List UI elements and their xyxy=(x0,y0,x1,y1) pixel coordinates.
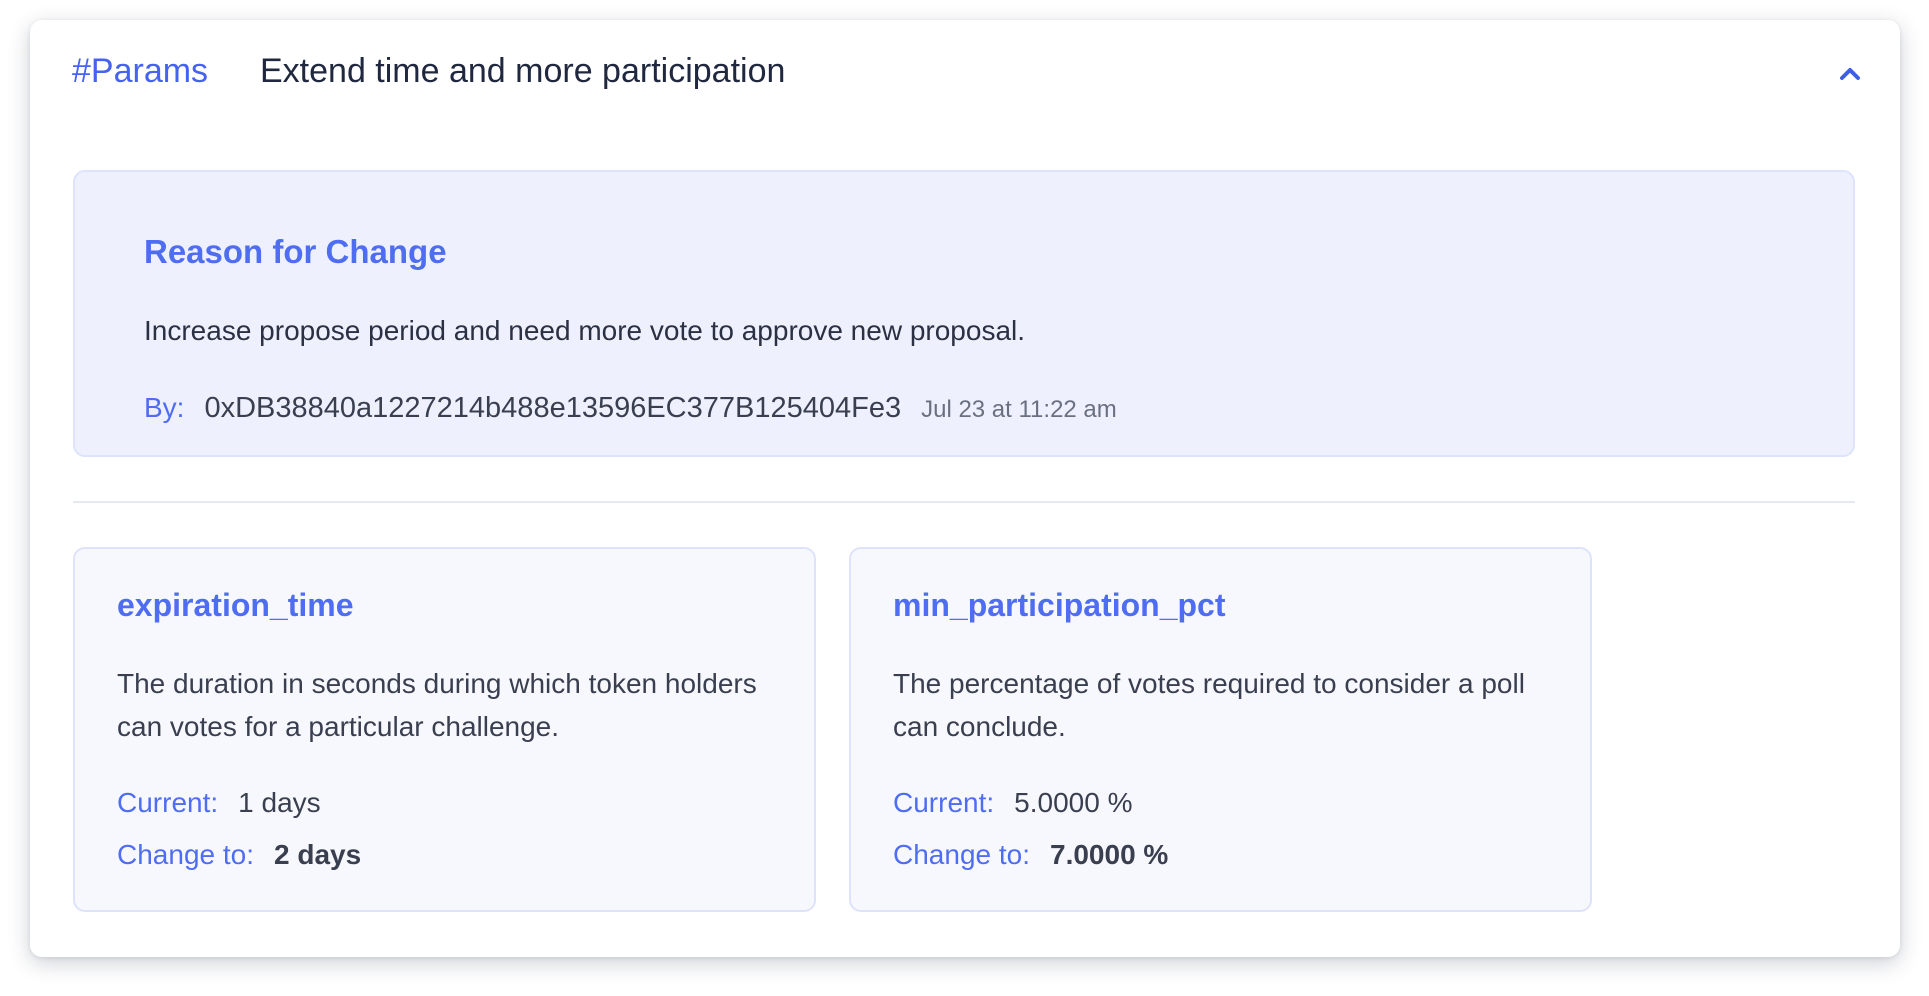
current-value: 5.0000 % xyxy=(1014,787,1133,818)
param-name: min_participation_pct xyxy=(893,587,1226,623)
change-value-row: Change to: 7.0000 % xyxy=(893,839,1168,871)
current-value-row: Current: 5.0000 % xyxy=(893,787,1132,819)
reason-panel: Reason for Change Increase propose perio… xyxy=(73,170,1855,457)
change-value-row: Change to: 2 days xyxy=(117,839,361,871)
current-label: Current: xyxy=(117,787,219,818)
change-label: Change to: xyxy=(117,839,254,870)
author-line: By: 0xDB38840a1227214b488e13596EC377B125… xyxy=(144,392,1117,425)
param-card-expiration-time: expiration_time The duration in seconds … xyxy=(73,547,816,912)
current-value: 1 days xyxy=(238,787,321,818)
collapse-button[interactable] xyxy=(1832,60,1868,88)
current-value-row: Current: 1 days xyxy=(117,787,321,819)
param-card-min-participation-pct: min_participation_pct The percentage of … xyxy=(849,547,1592,912)
proposal-header[interactable]: #Params Extend time and more participati… xyxy=(30,20,1900,130)
author-address: 0xDB38840a1227214b488e13596EC377B125404F… xyxy=(204,392,902,424)
proposal-title: Extend time and more participation xyxy=(260,52,786,90)
chevron-up-icon xyxy=(1840,68,1860,80)
param-description: The duration in seconds during which tok… xyxy=(117,668,757,742)
timestamp: Jul 23 at 11:22 am xyxy=(921,396,1117,423)
change-label: Change to: xyxy=(893,839,1030,870)
param-name: expiration_time xyxy=(117,587,354,623)
change-value: 2 days xyxy=(274,839,362,870)
param-description: The percentage of votes required to cons… xyxy=(893,668,1525,742)
current-label: Current: xyxy=(893,787,995,818)
proposal-card: #Params Extend time and more participati… xyxy=(30,20,1900,957)
category-tag: #Params xyxy=(72,52,209,90)
author-label: By: xyxy=(144,392,185,423)
reason-text: Increase propose period and need more vo… xyxy=(144,315,1026,346)
change-value: 7.0000 % xyxy=(1050,839,1169,870)
reason-title: Reason for Change xyxy=(144,233,447,270)
section-divider xyxy=(73,501,1855,503)
